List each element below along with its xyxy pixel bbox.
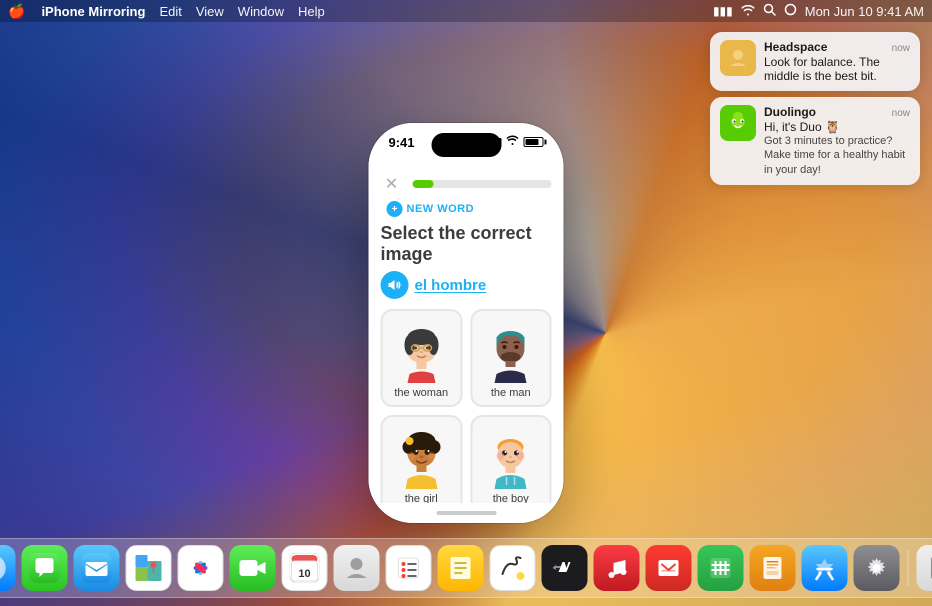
menubar-help[interactable]: Help	[298, 4, 325, 19]
dock-divider	[908, 550, 909, 586]
menubar: 🍎 iPhone Mirroring Edit View Window Help…	[0, 0, 932, 22]
dock-iphone-mirroring[interactable]	[917, 545, 932, 591]
menubar-siri-icon[interactable]	[784, 3, 797, 19]
dock-music[interactable]	[594, 545, 640, 591]
dynamic-island	[431, 133, 501, 157]
headspace-notif-title: Look for balance. The middle is the best…	[764, 55, 910, 83]
iphone-wifi-icon	[506, 135, 520, 149]
new-word-badge: + NEW WORD	[381, 199, 552, 219]
speaker-button[interactable]	[381, 271, 409, 299]
progress-bar-fill	[413, 180, 434, 188]
dock-numbers[interactable]	[698, 545, 744, 591]
woman-illustration	[389, 319, 453, 383]
dock-appletv[interactable]	[542, 545, 588, 591]
dock-appstore[interactable]	[802, 545, 848, 591]
dock-freeform[interactable]	[490, 545, 536, 591]
option-man-label: the man	[491, 387, 531, 399]
menubar-battery-icon: ▮▮▮	[713, 4, 733, 18]
duolingo-notif-time: now	[892, 108, 910, 119]
menubar-search-icon[interactable]	[763, 3, 776, 19]
iphone-mirror-window[interactable]: 9:41	[369, 123, 564, 523]
boy-illustration	[479, 425, 543, 489]
dock-messages[interactable]	[22, 545, 68, 591]
menubar-view[interactable]: View	[196, 4, 224, 19]
option-man[interactable]: the man	[470, 309, 552, 407]
lesson-heading: Select the correct image	[369, 223, 564, 271]
iphone-app-content[interactable]: ✕ + NEW WORD Select the correct image	[369, 167, 564, 503]
apple-menu-icon[interactable]: 🍎	[8, 3, 25, 20]
girl-illustration	[389, 425, 453, 489]
menubar-window[interactable]: Window	[238, 4, 284, 19]
dock-facetime[interactable]	[230, 545, 276, 591]
dock-news[interactable]	[646, 545, 692, 591]
lesson-header: ✕	[369, 167, 564, 199]
menubar-edit[interactable]: Edit	[159, 4, 181, 19]
menubar-datetime[interactable]: Mon Jun 10 9:41 AM	[805, 4, 924, 19]
dock-safari[interactable]	[0, 545, 16, 591]
menubar-app-name[interactable]: iPhone Mirroring	[41, 4, 145, 19]
duolingo-app-icon	[720, 105, 756, 141]
dock: 10	[0, 538, 932, 598]
option-woman-label: the woman	[394, 387, 448, 399]
notification-headspace[interactable]: Headspace now Look for balance. The midd…	[710, 32, 920, 91]
dock-system-settings[interactable]	[854, 545, 900, 591]
home-indicator	[369, 503, 564, 523]
badge-label: NEW WORD	[407, 203, 475, 215]
option-woman[interactable]: the woman	[381, 309, 463, 407]
svg-text:10: 10	[298, 568, 310, 580]
dock-reminders[interactable]	[386, 545, 432, 591]
word-row: el hombre	[369, 271, 564, 309]
headspace-notif-time: now	[892, 43, 910, 54]
image-options-grid: the woman	[369, 309, 564, 503]
battery-fill	[526, 139, 539, 145]
duolingo-app-name: Duolingo	[764, 105, 816, 119]
iphone-status-bar: 9:41	[369, 123, 564, 167]
duolingo-notif-body: Got 3 minutes to practice? Make time for…	[764, 134, 910, 177]
iphone-time: 9:41	[389, 135, 415, 150]
lesson-progress-bar	[413, 180, 552, 188]
close-lesson-button[interactable]: ✕	[381, 173, 403, 195]
duolingo-notif-title: Hi, it's Duo 🦉	[764, 120, 910, 134]
man-illustration	[479, 319, 543, 383]
notification-duolingo[interactable]: Duolingo now Hi, it's Duo 🦉 Got 3 minute…	[710, 97, 920, 185]
headspace-app-name: Headspace	[764, 40, 827, 54]
option-girl-label: the girl	[405, 493, 438, 503]
dock-photos[interactable]	[178, 545, 224, 591]
headspace-notif-content: Headspace now Look for balance. The midd…	[764, 40, 910, 83]
dock-mail[interactable]	[74, 545, 120, 591]
badge-icon: +	[387, 201, 403, 217]
option-boy-label: the boy	[493, 493, 529, 503]
menubar-wifi-icon	[741, 4, 755, 19]
dock-pages[interactable]	[750, 545, 796, 591]
notifications-panel: Headspace now Look for balance. The midd…	[710, 32, 920, 185]
iphone-frame: 9:41	[369, 123, 564, 523]
option-girl[interactable]: the girl	[381, 415, 463, 503]
iphone-battery-icon	[524, 137, 544, 147]
spanish-word[interactable]: el hombre	[415, 277, 487, 294]
dock-maps[interactable]	[126, 545, 172, 591]
option-boy[interactable]: the boy	[470, 415, 552, 503]
duolingo-notif-content: Duolingo now Hi, it's Duo 🦉 Got 3 minute…	[764, 105, 910, 177]
headspace-app-icon	[720, 40, 756, 76]
home-bar	[436, 511, 496, 515]
dock-notes[interactable]	[438, 545, 484, 591]
dock-calendar[interactable]: 10	[282, 545, 328, 591]
dock-contacts[interactable]	[334, 545, 380, 591]
